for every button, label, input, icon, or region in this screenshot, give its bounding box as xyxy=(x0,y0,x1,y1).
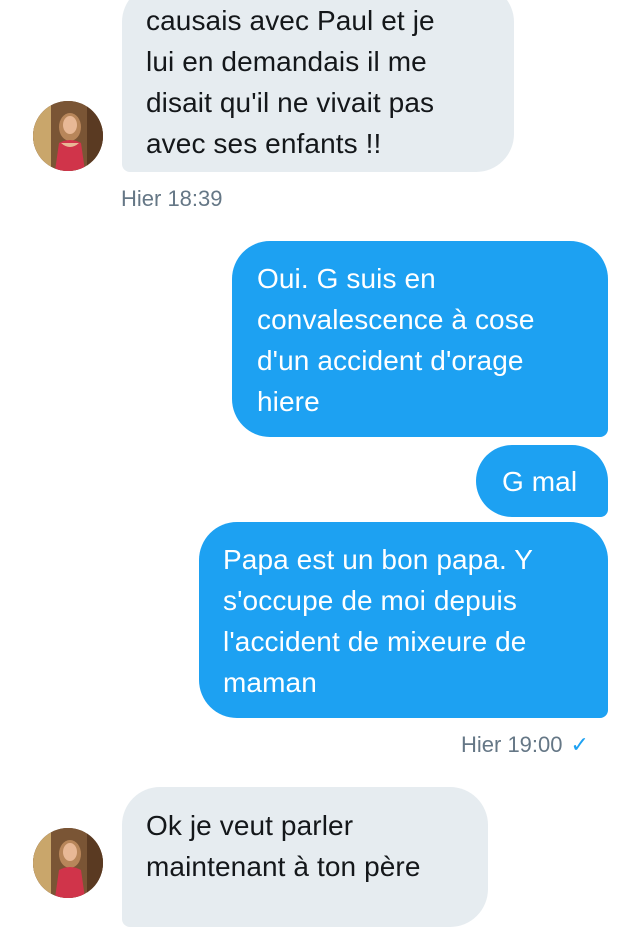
avatar-photo xyxy=(33,828,103,898)
contact-avatar[interactable] xyxy=(33,101,103,171)
message-text: G mal xyxy=(502,466,578,497)
outgoing-message-bubble[interactable]: Papa est un bon papa. Y s'occupe de moi … xyxy=(199,522,608,718)
message-timestamp: Hier 18:39 xyxy=(121,186,223,211)
message-text: causais avec Paul et je lui en demandais… xyxy=(146,5,435,159)
outgoing-message-bubble[interactable]: G mal xyxy=(476,445,608,517)
message-thread[interactable]: causais avec Paul et je lui en demandais… xyxy=(0,0,640,927)
message-text: Papa est un bon papa. Y s'occupe de moi … xyxy=(223,544,534,698)
incoming-message-bubble[interactable]: Ok je veut parler maintenant à ton père xyxy=(122,787,488,927)
message-timestamp: Hier 19:00 xyxy=(461,732,563,757)
contact-avatar[interactable] xyxy=(33,828,103,898)
incoming-message-bubble[interactable]: causais avec Paul et je lui en demandais… xyxy=(122,0,514,172)
message-timestamp-row: Hier 19:00 ✓ xyxy=(461,732,589,758)
avatar-photo xyxy=(33,101,103,171)
outgoing-message-bubble[interactable]: Oui. G suis en convalescence à cose d'un… xyxy=(232,241,608,437)
message-text: Oui. G suis en convalescence à cose d'un… xyxy=(257,263,535,417)
checkmark-icon: ✓ xyxy=(570,732,589,757)
message-text: Ok je veut parler maintenant à ton père xyxy=(146,810,421,882)
